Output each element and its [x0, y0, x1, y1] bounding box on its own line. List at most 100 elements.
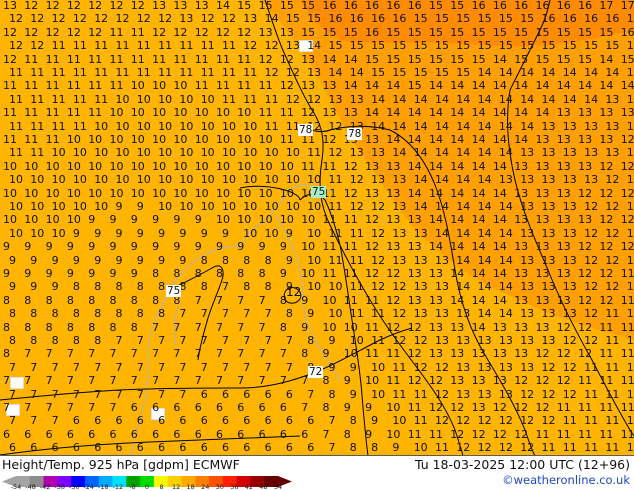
temperature-value: 14: [450, 79, 465, 93]
temperature-value: 15: [429, 25, 443, 39]
temperature-value: 11: [30, 119, 45, 133]
temperature-value: 10: [24, 159, 39, 173]
temperature-value: 16: [626, 12, 634, 26]
temperature-value: 12: [584, 280, 599, 294]
temperature-value: 12: [435, 360, 449, 374]
temperature-value: 12: [136, 12, 151, 26]
temperature-value: 13: [413, 226, 428, 240]
temperature-value: 13: [599, 133, 614, 146]
temperature-value: 7: [200, 334, 208, 347]
temperature-value: 13: [498, 334, 513, 347]
temperature-value: 11: [9, 92, 23, 106]
temperature-value: 10: [51, 226, 66, 240]
temperature-value: 9: [392, 441, 400, 455]
temperature-value: 7: [264, 307, 272, 321]
temperature-value: 14: [492, 213, 507, 227]
temperature-value: 14: [584, 92, 599, 106]
temperature-value: 9: [109, 240, 117, 254]
temperature-value: 13: [243, 12, 258, 26]
temperature-value: 14: [307, 39, 322, 53]
temperature-value: 15: [456, 39, 471, 53]
temperature-value: 14: [413, 173, 428, 187]
temperature-value: 14: [450, 159, 465, 173]
temperature-value: 6: [152, 427, 160, 441]
temperature-value: 7: [194, 347, 202, 361]
temperature-value: 11: [24, 52, 39, 66]
temperature-value: 11: [24, 106, 39, 120]
temperature-value: 13: [562, 173, 577, 187]
temperature-value: 12: [450, 427, 465, 441]
temperature-value: 10: [264, 173, 279, 187]
temperature-value: 13: [285, 39, 300, 53]
temperature-value: 10: [51, 200, 66, 213]
temperature-value: 15: [392, 66, 407, 79]
temperature-value: 14: [498, 226, 513, 240]
temperature-value: 13: [562, 226, 577, 240]
temperature-value: 11: [9, 119, 23, 133]
temperature-value: 10: [72, 146, 87, 160]
temperature-value: 6: [136, 441, 144, 455]
temperature-value: 11: [392, 360, 407, 374]
temperature-value: 7: [179, 334, 187, 347]
temperature-value: 13: [471, 374, 486, 388]
temperature-value: 12: [66, 25, 81, 39]
temperature-value: 11: [152, 52, 167, 66]
temperature-value: 9: [371, 414, 379, 428]
temperature-value: 12: [322, 133, 337, 146]
temperature-value: 8: [3, 347, 10, 361]
temperature-value: 13: [386, 240, 401, 254]
temperature-value: 12: [605, 200, 620, 213]
temperature-value: 14: [492, 106, 507, 120]
temperature-value: 13: [429, 347, 443, 361]
temperature-value: 6: [158, 441, 166, 455]
temperature-value: 10: [66, 186, 81, 200]
temperature-value: 11: [72, 92, 87, 106]
temperature-value: 12: [51, 12, 66, 26]
temperature-value: 11: [222, 92, 236, 106]
temperature-value: 10: [72, 200, 87, 213]
temperature-value: 7: [9, 414, 16, 428]
temperature-value: 15: [371, 39, 386, 53]
temperature-value: 8: [158, 307, 166, 321]
temperature-value: 13: [541, 334, 556, 347]
temperature-value: 7: [285, 360, 293, 374]
temperature-value: 14: [456, 253, 471, 267]
temperature-value: 14: [498, 92, 513, 106]
temperature-value: 9: [9, 280, 16, 294]
temperature-value: 10: [307, 280, 322, 294]
temperature-value: 12: [94, 12, 109, 26]
temperature-value: 9: [30, 280, 38, 294]
temperature-value: 14: [626, 92, 634, 106]
temperature-value: 7: [130, 374, 138, 388]
temperature-value: 14: [477, 146, 492, 160]
temperature-value: 9: [343, 401, 351, 414]
temperature-value: 6: [307, 441, 315, 455]
temperature-value: 6: [9, 441, 16, 455]
temperature-value: 7: [222, 280, 229, 294]
temperature-value: 6: [66, 427, 74, 441]
temperature-value: 10: [216, 159, 230, 173]
temperature-value: 9: [200, 226, 208, 240]
temperature-value: 13: [435, 253, 449, 267]
temperature-value: 10: [24, 186, 39, 200]
temperature-value: 8: [307, 334, 315, 347]
temperature-value: 15: [584, 39, 599, 53]
credit-link[interactable]: ©weatheronline.co.uk: [502, 473, 630, 487]
temperature-value: 11: [562, 441, 577, 455]
temperature-value: 7: [237, 347, 245, 361]
temperature-value: 8: [45, 293, 53, 307]
temperature-value: 13: [450, 320, 465, 334]
temperature-value: 10: [66, 133, 81, 146]
temperature-value: 9: [45, 267, 53, 280]
temperature-value: 10: [386, 401, 401, 414]
temperature-value: 12: [30, 39, 45, 53]
temperature-value: 14: [477, 253, 492, 267]
temperature-value: 13: [541, 146, 556, 160]
temperature-value: 12: [301, 106, 316, 120]
temperature-value: 7: [30, 360, 38, 374]
temperature-value: 16: [365, 25, 380, 39]
temperature-value: 6: [200, 441, 208, 455]
temperature-value: 9: [88, 267, 96, 280]
temperature-value: 13: [328, 92, 343, 106]
temperature-value: 13: [514, 347, 529, 361]
